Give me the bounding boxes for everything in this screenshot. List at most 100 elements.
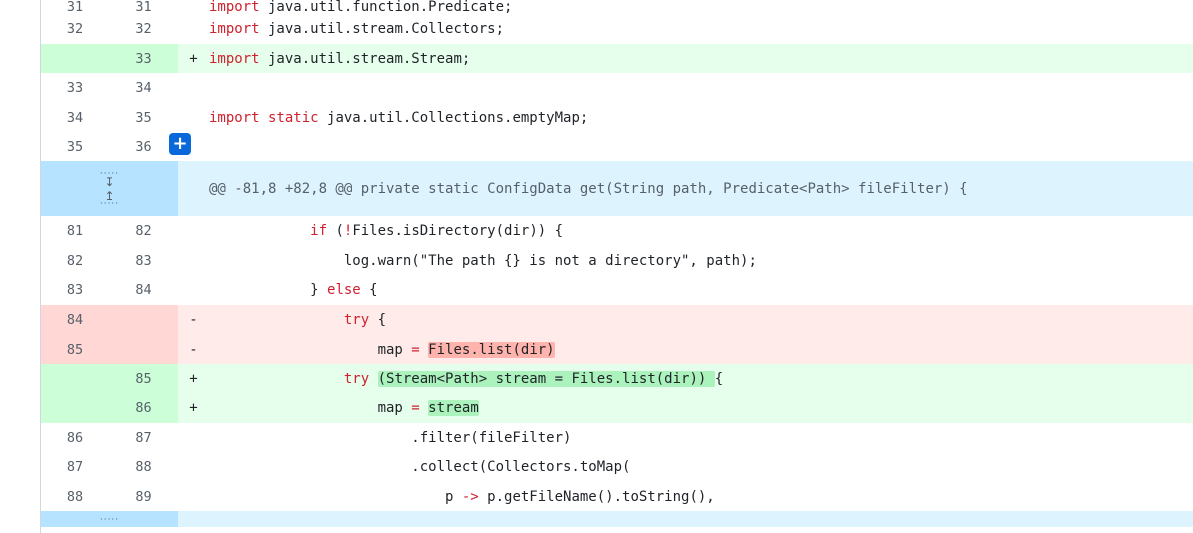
new-line-number[interactable]: 85 — [109, 364, 178, 393]
code-keyword: import — [209, 50, 260, 67]
old-line-number[interactable] — [41, 364, 109, 393]
old-line-number[interactable]: 33 — [41, 73, 109, 103]
code-line: import java.util.stream.Stream; — [209, 51, 1193, 67]
code-keyword: import — [209, 0, 260, 15]
diff-line: 85 + try (Stream<Path> stream = Files.lis… — [41, 364, 1193, 393]
code-line: } else { — [209, 282, 1193, 298]
diff-line: 31 31 import java.util.function.Predicate; — [41, 0, 1193, 15]
old-line-number[interactable]: 31 — [41, 0, 109, 15]
diff-line: 81 82 if (!Files.isDirectory(dir)) { — [41, 216, 1193, 246]
code-token: { — [714, 370, 724, 387]
code-line: map = stream — [209, 400, 1193, 416]
old-line-number[interactable]: 34 — [41, 103, 109, 132]
code-highlight: (Stream<Path> stream = Files.list(dir)) — [377, 370, 715, 387]
expand-more-icon[interactable]: ····· — [41, 511, 178, 527]
new-line-number[interactable] — [109, 305, 178, 335]
diff-line: 84 - try { — [41, 305, 1193, 335]
code-line: p -> p.getFileName().toString(), — [209, 489, 1193, 505]
code-token: p — [209, 488, 462, 505]
code-keyword: = — [411, 341, 420, 358]
new-line-number[interactable]: 88 — [109, 452, 178, 482]
diff-line: 33 34 — [41, 73, 1193, 103]
old-line-number[interactable]: 84 — [41, 305, 109, 335]
diff-line: 83 84 } else { — [41, 275, 1193, 305]
code-token: p.getFileName().toString(), — [478, 488, 715, 505]
diff-line: 86 + map = stream — [41, 393, 1193, 423]
new-line-number[interactable]: 34 — [109, 73, 178, 103]
code-line: if (!Files.isDirectory(dir)) { — [209, 223, 1193, 239]
code-keyword: static — [268, 109, 319, 126]
hunk-header-text: @@ -81,8 +82,8 @@ private static ConfigD… — [209, 180, 968, 197]
diff-view: 31 31 import java.util.function.Predicate;… — [41, 0, 1193, 527]
add-comment-button[interactable]: + — [169, 132, 191, 155]
expand-up-icon[interactable]: ↥ ····· — [100, 190, 119, 209]
code-line: log.warn("The path {} is not a directory… — [209, 253, 1193, 269]
new-line-number[interactable]: 84 — [109, 275, 178, 305]
code-keyword: import — [209, 109, 260, 126]
new-line-number[interactable]: 36 — [109, 132, 178, 161]
new-line-number[interactable]: 35 — [109, 103, 178, 132]
old-line-number[interactable] — [41, 44, 109, 73]
code-token: map — [209, 400, 412, 416]
hunk-header-row: ····· ↧ ↥ ····· @@ -81,8 +82,8 @@ private st… — [41, 161, 1193, 216]
code-line: import java.util.stream.Collectors; — [209, 21, 1193, 37]
new-line-number[interactable]: 87 — [109, 423, 178, 452]
code-token: .filter(fileFilter) — [209, 429, 572, 446]
code-keyword: import — [209, 21, 260, 37]
old-line-number[interactable]: 35 — [41, 132, 109, 161]
expand-down-icon[interactable]: ····· ↧ — [100, 169, 119, 188]
code-keyword: -> — [461, 488, 479, 505]
code-token: ( — [327, 223, 344, 239]
code-token: java.util.function.Predicate; — [259, 0, 513, 15]
left-gutter — [0, 0, 41, 533]
code-line: import java.util.function.Predicate; — [209, 0, 1193, 15]
diff-marker: + — [189, 50, 198, 67]
code-token: java.util.Collections.emptyMap; — [318, 109, 589, 126]
code-highlight: Files.list(dir) — [428, 341, 555, 358]
old-line-number[interactable]: 85 — [41, 335, 109, 364]
diff-line: 33 + import java.util.stream.Stream; — [41, 44, 1193, 73]
diff-marker: + — [189, 370, 198, 387]
code-keyword: else — [327, 282, 361, 298]
old-line-number[interactable] — [41, 393, 109, 423]
new-line-number[interactable]: 31 — [109, 0, 178, 15]
diff-line: 86 87 .filter(fileFilter) — [41, 423, 1193, 452]
new-line-number[interactable]: 82 — [109, 216, 178, 246]
code-keyword: try — [343, 370, 370, 387]
code-token: java.util.stream.Collectors; — [259, 21, 505, 37]
old-line-number[interactable]: 86 — [41, 423, 109, 452]
diff-line: 32 32 import java.util.stream.Collectors; — [41, 14, 1193, 44]
old-line-number[interactable]: 83 — [41, 275, 109, 305]
code-token: } — [209, 282, 328, 298]
code-token: log.warn("The path {} is not a directory… — [209, 252, 757, 269]
new-line-number[interactable]: 89 — [109, 482, 178, 511]
new-line-number[interactable]: 32 — [109, 14, 178, 44]
code-line: import static java.util.Collections.empt… — [209, 110, 1193, 126]
diff-marker: - — [189, 312, 198, 328]
code-token: map — [209, 341, 412, 358]
old-line-number[interactable]: 88 — [41, 482, 109, 511]
expand-more-row: ····· — [41, 511, 1193, 527]
new-line-number[interactable]: 83 — [109, 246, 178, 275]
old-line-number[interactable]: 82 — [41, 246, 109, 275]
diff-line: 35 36 + — [41, 132, 1193, 161]
new-line-number[interactable]: 33 — [109, 44, 178, 73]
old-line-number[interactable]: 32 — [41, 14, 109, 44]
old-line-number[interactable]: 81 — [41, 216, 109, 246]
code-highlight: stream — [428, 400, 479, 416]
code-token: .collect(Collectors.toMap( — [209, 459, 631, 475]
code-line: try (Stream<Path> stream = Files.list(di… — [209, 370, 1193, 387]
code-keyword: try — [343, 312, 370, 328]
old-line-number[interactable]: 87 — [41, 452, 109, 482]
code-line: map = Files.list(dir) — [209, 341, 1193, 358]
code-line: .filter(fileFilter) — [209, 430, 1193, 446]
new-line-number[interactable]: 86 — [109, 393, 178, 423]
new-line-number[interactable] — [109, 335, 178, 364]
diff-line: 87 88 .collect(Collectors.toMap( — [41, 452, 1193, 482]
